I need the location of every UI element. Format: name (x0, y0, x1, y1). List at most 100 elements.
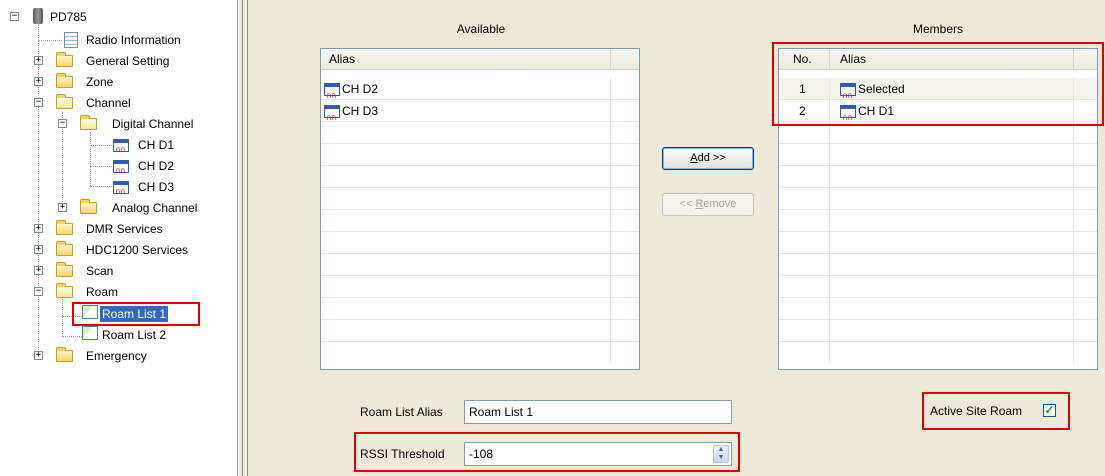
remove-button[interactable]: << Remove (662, 193, 754, 216)
tree-node-root[interactable]: − PD785 (0, 8, 200, 26)
list-item[interactable]: CH D3 (321, 100, 639, 129)
tree-node-ch-d3[interactable]: CH D3 (0, 178, 200, 201)
empty-row (321, 210, 639, 232)
cell-alias: CH D1 (830, 100, 1074, 129)
list-cell (830, 320, 1074, 342)
tree-node-general-setting[interactable]: + General Setting (0, 52, 220, 70)
tree-node-label: Analog Channel (112, 201, 198, 215)
empty-row (321, 276, 639, 298)
list-cell (321, 232, 611, 254)
list-cell (321, 298, 611, 320)
expand-icon[interactable]: + (34, 224, 43, 233)
column-header-alias[interactable]: Alias (321, 49, 611, 69)
list-cell (321, 188, 611, 210)
collapse-icon[interactable]: − (10, 12, 19, 21)
table-row[interactable]: 2 CH D1 (779, 100, 1097, 129)
tree-node-ch-d1[interactable]: CH D1 (0, 136, 200, 159)
folder-icon (56, 262, 73, 277)
radio-device-icon (33, 8, 43, 24)
folder-icon (56, 220, 73, 235)
pane-splitter[interactable] (238, 0, 248, 476)
empty-row (321, 232, 639, 254)
tree-node-channel[interactable]: − Channel (0, 94, 200, 112)
available-list-header: Alias (321, 49, 639, 70)
active-site-roam-checkbox[interactable]: ✓ (1043, 404, 1056, 417)
add-label: dd >> (697, 152, 726, 164)
tree-node-scan[interactable]: + Scan (0, 262, 200, 280)
list-cell (779, 188, 830, 210)
roam-list-icon (82, 305, 98, 319)
collapse-icon[interactable]: − (34, 287, 43, 296)
list-cell (830, 166, 1074, 188)
list-cell (321, 254, 611, 276)
spin-down-icon[interactable]: ▼ (714, 454, 728, 462)
collapse-icon[interactable]: − (34, 98, 43, 107)
list-cell (779, 298, 830, 320)
column-header-no[interactable]: No. (779, 49, 830, 69)
expand-icon[interactable]: + (34, 266, 43, 275)
roam-list-icon (82, 326, 98, 340)
tree-node-zone[interactable]: + Zone (0, 73, 200, 91)
empty-row (321, 342, 639, 364)
tree-node-hdc1200-services[interactable]: + HDC1200 Services (0, 241, 230, 259)
tree-node-dmr-services[interactable]: + DMR Services (0, 220, 200, 238)
list-cell (779, 166, 830, 188)
expand-icon[interactable]: + (34, 351, 43, 360)
list-cell (779, 320, 830, 342)
available-caption: Available (456, 22, 506, 36)
digital-channel-icon (113, 160, 129, 180)
cell-no: 2 (779, 100, 830, 122)
list-cell (830, 276, 1074, 298)
rssi-threshold-value: -108 (469, 447, 494, 461)
table-row[interactable]: 1 Selected (779, 78, 1097, 107)
list-cell (321, 276, 611, 298)
list-cell (779, 276, 830, 298)
collapse-icon[interactable]: − (58, 119, 67, 128)
alias-text: CH D1 (858, 104, 895, 118)
expand-icon[interactable]: + (58, 203, 67, 212)
expand-icon[interactable]: + (34, 56, 43, 65)
available-list[interactable]: Alias CH D2 CH D3 (320, 48, 640, 370)
navigation-tree: − PD785 Radio Information + General Sett… (0, 0, 238, 476)
empty-row (321, 122, 639, 144)
empty-row (779, 276, 1097, 298)
roam-list-alias-input[interactable]: Roam List 1 (464, 400, 732, 424)
list-cell (830, 122, 1074, 144)
add-mnemonic: A (690, 152, 698, 164)
folder-open-icon (56, 94, 73, 109)
list-cell (321, 166, 611, 188)
expand-icon[interactable]: + (34, 245, 43, 254)
alias-text: Selected (858, 82, 905, 96)
alias-text: CH D2 (342, 82, 379, 96)
add-button[interactable]: Add >> (662, 147, 754, 170)
rssi-threshold-spinbox[interactable]: -108 ▲ ▼ (464, 442, 732, 466)
list-item[interactable]: CH D2 (321, 78, 639, 107)
list-cell (779, 210, 830, 232)
spin-up-icon[interactable]: ▲ (714, 446, 728, 454)
tree-node-roam-list-2[interactable]: Roam List 2 (0, 326, 200, 344)
tree-node-emergency[interactable]: + Emergency (0, 347, 200, 365)
tree-node-radio-information[interactable]: Radio Information (0, 31, 200, 49)
empty-row (321, 166, 639, 188)
column-header-alias[interactable]: Alias (830, 49, 1074, 69)
expand-icon[interactable]: + (34, 77, 43, 86)
list-cell (779, 122, 830, 144)
empty-row (321, 188, 639, 210)
list-cell (830, 342, 1074, 364)
list-cell (321, 122, 611, 144)
members-list[interactable]: No. Alias 1 Selected 2 CH D1 (778, 48, 1098, 370)
spin-buttons[interactable]: ▲ ▼ (713, 445, 729, 463)
digital-channel-icon (324, 83, 340, 107)
tree-node-roam[interactable]: − Roam (0, 283, 200, 301)
folder-open-icon (80, 115, 97, 130)
empty-row (779, 320, 1097, 342)
empty-row (321, 144, 639, 166)
list-cell (321, 210, 611, 232)
empty-row (779, 144, 1097, 166)
tree-node-ch-d2[interactable]: CH D2 (0, 157, 200, 180)
list-cell (779, 144, 830, 166)
tree-node-analog-channel[interactable]: + Analog Channel (0, 199, 230, 217)
tree-node-roam-list-1[interactable]: Roam List 1 (0, 305, 200, 323)
tree-node-digital-channel[interactable]: − Digital Channel (0, 115, 220, 133)
empty-row (779, 298, 1097, 320)
